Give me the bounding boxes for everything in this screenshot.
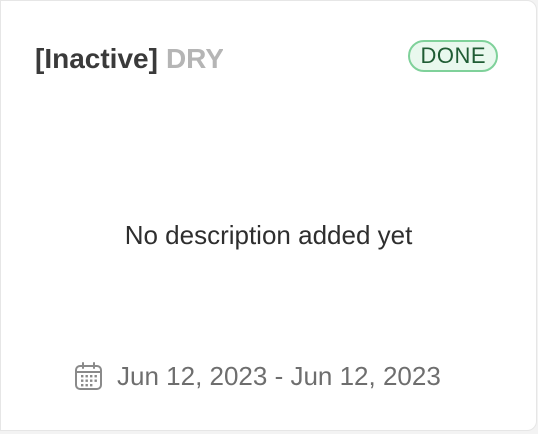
date-range-text: Jun 12, 2023 - Jun 12, 2023 bbox=[117, 361, 441, 391]
card-title[interactable]: [Inactive] DRY bbox=[35, 41, 223, 77]
calendar-icon bbox=[75, 362, 102, 390]
inactive-label: [Inactive] bbox=[35, 43, 158, 74]
card-header: [Inactive] DRY DONE bbox=[35, 37, 498, 77]
card-description: No description added yet bbox=[124, 220, 413, 250]
date-range: Jun 12, 2023 - Jun 12, 2023 bbox=[74, 358, 441, 394]
card-title-text: DRY bbox=[165, 43, 223, 74]
task-card[interactable]: [Inactive] DRY DONE No description added … bbox=[0, 0, 537, 431]
status-badge: DONE bbox=[408, 40, 498, 72]
